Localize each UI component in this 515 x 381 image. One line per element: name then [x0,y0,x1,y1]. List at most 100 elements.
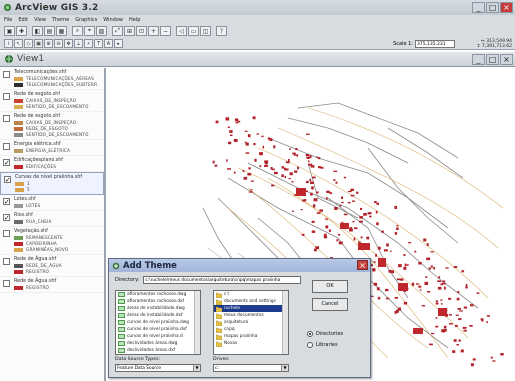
file-list-item[interactable]: afloramentos rochosos.dxf [116,298,200,305]
locate-icon[interactable]: ⌖ [84,26,95,36]
file-list[interactable]: afloramentos rochosos.dwg afloramentos ro… [115,290,201,355]
dialog-close-button[interactable]: × [357,260,368,270]
file-list-item[interactable]: declividades áreas.dwg [116,340,200,347]
cancel-button[interactable]: Cancel [312,298,348,311]
toc-theme-item[interactable]: Rede de esgoto.shf CAIXAS_DE_INSPEÇÃO REDE… [0,112,104,140]
vertex-edit-icon[interactable]: ◇ [24,39,33,48]
theme-visibility-checkbox[interactable] [3,230,10,237]
select-features-icon[interactable]: ▭ [188,26,199,36]
menu-theme[interactable]: Theme [52,17,69,23]
file-list-item[interactable]: curvas de nível praiinha.dxf [116,326,200,333]
zoom-out-icon[interactable]: − [160,26,171,36]
query-builder-icon[interactable]: ▧ [96,26,107,36]
folder-list-item[interactable]: Novas [214,340,288,347]
theme-visibility-checkbox[interactable] [3,258,10,265]
libraries-radio[interactable]: Libraries [307,342,338,348]
folder-list-item[interactable]: documents and settings [214,298,288,305]
folder-list-item[interactable]: cnpq [214,326,288,333]
theme-visibility-checkbox[interactable] [3,143,10,150]
theme-properties-icon[interactable]: ◧ [32,26,43,36]
folder-name: meus documentos [224,313,264,318]
edit-legend-icon[interactable]: ▤ [44,26,55,36]
find-icon[interactable]: ⌕ [72,26,83,36]
coordinate-readout: ↔ 313,549.94 ↕ 7,391,713.62 [477,39,512,49]
pointer-tool-icon[interactable]: ↖ [14,39,23,48]
menu-bar: File Edit View Theme Graphics Window Hel… [0,15,515,24]
theme-visibility-checkbox[interactable] [3,93,10,100]
theme-visibility-checkbox[interactable] [3,115,10,122]
close-button[interactable]: × [500,2,513,13]
menu-help[interactable]: Help [129,17,140,23]
ok-button[interactable]: OK [312,280,348,293]
file-list-item[interactable]: áreas de instabilidade.dxf [116,312,200,319]
help-icon[interactable]: ? [216,26,227,36]
measure-tool-icon[interactable]: ⟂ [74,39,83,48]
folder-list-item[interactable]: mapas praiinha [214,333,288,340]
file-list-item[interactable]: áreas de instabilidade.dwg [116,305,200,312]
file-list-item[interactable]: curvas de nível praiinha.d [116,333,200,340]
view-close-button[interactable]: × [500,54,513,65]
toc-theme-item[interactable]: ✓ Lotes.shf LOTES [0,195,104,211]
folder-list-scrollbar[interactable] [282,291,288,354]
menu-view[interactable]: View [34,17,46,23]
file-list-scrollbar[interactable] [194,291,200,354]
toc-theme-item[interactable]: Rede de Água.shf REDE_DE_ÁGUA REGISTRO [0,255,104,277]
clear-selection-icon[interactable]: ◫ [200,26,211,36]
toc-theme-item[interactable]: Telecomunicações.shf TELECOMUNICAÇÕES_AÉR… [0,68,104,90]
menu-graphics[interactable]: Graphics [75,17,97,23]
text-tool-icon[interactable]: A [104,39,113,48]
scale-input[interactable]: 375,135.231 [415,40,455,48]
directories-radio[interactable]: Directories [307,331,343,337]
open-table-icon[interactable]: ▦ [56,26,67,36]
label-tool-icon[interactable]: T [94,39,103,48]
source-types-dropdown[interactable]: Feature Data Source ▼ [115,364,201,372]
toc-theme-item[interactable]: Energia elétrica.shf ENERGIA_ELÉTRICA [0,140,104,156]
theme-visibility-checkbox[interactable] [3,280,10,287]
view-minimize-button[interactable]: _ [472,54,485,65]
view-maximize-button[interactable]: □ [486,54,499,65]
folder-list-item[interactable]: arquitetura [214,319,288,326]
hotlink-tool-icon[interactable]: ⚡ [84,39,93,48]
menu-file[interactable]: File [4,17,12,23]
toc-theme-item[interactable]: Vegetação.shf REMANESCENTE CAPOEIRINHA GRAM… [0,227,104,255]
draw-tool-icon[interactable]: ▸ [114,39,123,48]
toc-theme-item[interactable]: Rede de esgoto.shf CAIXAS_DE_INSPEÇÃO SENT… [0,90,104,112]
theme-visibility-checkbox[interactable]: ✓ [4,176,11,184]
folder-list-item[interactable]: c:\ [214,291,288,298]
drives-dropdown[interactable]: c: ▼ [213,364,289,372]
theme-visibility-checkbox[interactable] [3,71,10,78]
zoom-previous-icon[interactable]: ◁ [176,26,187,36]
save-project-icon[interactable]: ▣ [4,26,15,36]
file-list-item[interactable]: curvas de nível praiinha.dwg [116,319,200,326]
zoom-in-icon[interactable]: + [148,26,159,36]
zoom-in-tool-icon[interactable]: ⊕ [44,39,53,48]
zoom-full-extent-icon[interactable]: ⤢ [112,26,123,36]
identify-tool-icon[interactable]: i [4,39,13,48]
file-list-item[interactable]: declividades áreas.dxf [116,347,200,354]
select-feature-tool-icon[interactable]: ▣ [34,39,43,48]
toc-theme-item[interactable]: ✓ Curvas de nível praiinha.shf 1 5 [0,172,104,195]
maximize-button[interactable]: □ [486,2,499,13]
folder-list-item[interactable]: meus documentos [214,312,288,319]
theme-visibility-checkbox[interactable]: ✓ [3,198,10,206]
menu-window[interactable]: Window [103,17,123,23]
minimize-button[interactable]: _ [472,2,485,13]
theme-visibility-checkbox[interactable]: ✓ [3,159,10,167]
zoom-to-selected-icon[interactable]: ⊡ [136,26,147,36]
toc-theme-item[interactable]: Rede de Água.shf REGISTRO [0,277,104,293]
file-list-item[interactable]: afloramentos rochosos.dwg [116,291,200,298]
folder-list[interactable]: c:\ documents and settings ruchele meus doc… [213,290,289,355]
folder-list-item[interactable]: ruchele [214,305,288,312]
zoom-to-themes-icon[interactable]: ⊞ [124,26,135,36]
menu-edit[interactable]: Edit [18,17,28,23]
zoom-out-tool-icon[interactable]: ⊖ [54,39,63,48]
theme-visibility-checkbox[interactable]: ✓ [3,214,10,222]
pan-tool-icon[interactable]: ✥ [64,39,73,48]
theme-name: Rede de Água.shf [14,279,57,284]
toc-theme-item[interactable]: ✓ Edificaçõesplano.shf EDIFICAÇÕES [0,156,104,172]
toc-theme-item[interactable]: ✓ Rios.shf RUA_CHEIA [0,211,104,227]
theme-name: Rede de esgoto.shf [14,114,61,119]
add-theme-icon[interactable]: ✚ [16,26,27,36]
directory-path-field[interactable]: c:\ruchele\meus documentos\arquitetura\c… [143,276,302,284]
legend-symbol [15,187,24,192]
